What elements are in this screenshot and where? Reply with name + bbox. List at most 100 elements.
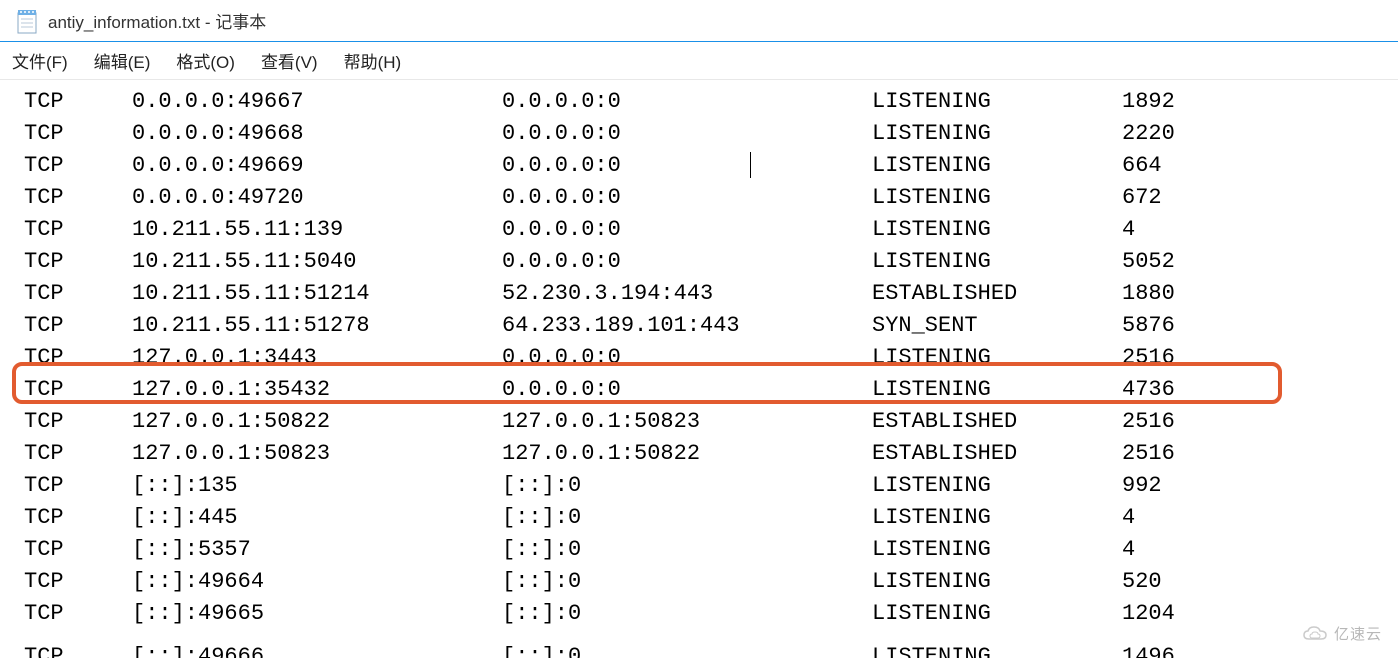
cell-local: 127.0.0.1:3443 [132,342,502,374]
table-row: TCP0.0.0.0:496680.0.0.0:0LISTENING2220 [0,118,1398,150]
cell-local: 127.0.0.1:35432 [132,374,502,406]
cell-remote: [::]:0 [502,470,872,502]
cell-proto: TCP [24,86,132,118]
cell-proto: TCP [24,566,132,598]
table-row: TCP0.0.0.0:496690.0.0.0:0LISTENING664 [0,150,1398,182]
table-row: TCP[::]:49664[::]:0LISTENING520 [0,566,1398,598]
cell-proto: TCP [24,278,132,310]
cell-pid: 520 [1122,566,1398,598]
cell-remote: 64.233.189.101:443 [502,310,872,342]
cell-pid: 5052 [1122,246,1398,278]
cell-pid: 672 [1122,182,1398,214]
cell-remote: 0.0.0.0:0 [502,118,872,150]
cell-state: LISTENING [872,534,1122,566]
table-row: TCP[::]:5357[::]:0LISTENING4 [0,534,1398,566]
cell-remote: 0.0.0.0:0 [502,182,872,214]
cell-remote: 127.0.0.1:50822 [502,438,872,470]
menu-help[interactable]: 帮助(H) [342,44,404,77]
cell-local: 127.0.0.1:50822 [132,406,502,438]
cell-local: 0.0.0.0:49669 [132,150,502,182]
cell-state: LISTENING [872,470,1122,502]
cell-proto: TCP [24,438,132,470]
cell-remote: 0.0.0.0:0 [502,86,872,118]
cell-local: [::]:135 [132,470,502,502]
cell-pid: 2516 [1122,342,1398,374]
table-row: TCP10.211.55.11:5121452.230.3.194:443EST… [0,278,1398,310]
table-row: TCP[::]:49665[::]:0LISTENING1204 [0,598,1398,630]
cell-remote: [::]:0 [502,598,872,630]
cell-proto: TCP [24,342,132,374]
window-title: antiy_information.txt - 记事本 [48,8,266,33]
cell-remote: 0.0.0.0:0 [502,214,872,246]
cell-local: 127.0.0.1:50823 [132,438,502,470]
cell-local: [::]:5357 [132,534,502,566]
text-content[interactable]: TCP0.0.0.0:496670.0.0.0:0LISTENING1892TC… [0,80,1398,630]
watermark-text: 亿速云 [1334,623,1382,644]
cell-proto: TCP [24,534,132,566]
cell-state: LISTENING [872,246,1122,278]
cell-local: 10.211.55.11:139 [132,214,502,246]
text-caret [750,152,751,178]
cell-pid: 4 [1122,534,1398,566]
table-row: TCP[::]:135[::]:0LISTENING992 [0,470,1398,502]
cell-local: 0.0.0.0:49668 [132,118,502,150]
cell-remote: 127.0.0.1:50823 [502,406,872,438]
cell-state: LISTENING [872,566,1122,598]
table-row: TCP127.0.0.1:354320.0.0.0:0LISTENING4736 [0,374,1398,406]
notepad-icon [16,8,38,34]
cell-pid: 4736 [1122,374,1398,406]
cell-local: 10.211.55.11:51278 [132,310,502,342]
cell-proto: TCP [24,598,132,630]
cell-proto: TCP [24,502,132,534]
cell-pid: 2516 [1122,438,1398,470]
cell-local: [::]:49664 [132,566,502,598]
cell-proto: TCP [24,118,132,150]
table-row: TCP0.0.0.0:497200.0.0.0:0LISTENING672 [0,182,1398,214]
titlebar[interactable]: antiy_information.txt - 记事本 [0,0,1398,42]
menu-edit[interactable]: 编辑(E) [92,44,153,77]
cell-local: 10.211.55.11:5040 [132,246,502,278]
table-row: TCP127.0.0.1:34430.0.0.0:0LISTENING2516 [0,342,1398,374]
cell-state: LISTENING [872,502,1122,534]
cell-state: ESTABLISHED [872,438,1122,470]
cell-remote: 0.0.0.0:0 [502,150,872,182]
cell-remote: [::]:0 [502,502,872,534]
cell-proto: TCP [24,214,132,246]
cell-state: LISTENING [872,598,1122,630]
table-row-partial: TCP[::]:49666[::]:0LISTENING1496 [24,646,1384,658]
table-row: TCP0.0.0.0:496670.0.0.0:0LISTENING1892 [0,86,1398,118]
menubar: 文件(F) 编辑(E) 格式(O) 查看(V) 帮助(H) [0,42,1398,80]
cell-local: 0.0.0.0:49720 [132,182,502,214]
table-row: TCP10.211.55.11:50400.0.0.0:0LISTENING50… [0,246,1398,278]
cell-pid: 1880 [1122,278,1398,310]
cell-proto: TCP [24,182,132,214]
menu-file[interactable]: 文件(F) [10,44,70,77]
cell-proto: TCP [24,406,132,438]
menu-view[interactable]: 查看(V) [259,44,320,77]
cell-remote: 52.230.3.194:443 [502,278,872,310]
cell-pid: 2516 [1122,406,1398,438]
cell-proto: TCP [24,310,132,342]
cell-state: ESTABLISHED [872,406,1122,438]
table-row: TCP10.211.55.11:5127864.233.189.101:443S… [0,310,1398,342]
cell-local: [::]:49665 [132,598,502,630]
cell-pid: 2220 [1122,118,1398,150]
cell-remote: [::]:0 [502,566,872,598]
cell-proto: TCP [24,150,132,182]
cell-remote: 0.0.0.0:0 [502,342,872,374]
cell-local: [::]:445 [132,502,502,534]
cell-state: LISTENING [872,342,1122,374]
cell-remote: 0.0.0.0:0 [502,246,872,278]
table-row: TCP127.0.0.1:50823127.0.0.1:50822ESTABLI… [0,438,1398,470]
menu-format[interactable]: 格式(O) [174,44,237,77]
table-row: TCP10.211.55.11:1390.0.0.0:0LISTENING4 [0,214,1398,246]
cell-pid: 664 [1122,150,1398,182]
cell-pid: 5876 [1122,310,1398,342]
table-row: TCP[::]:445[::]:0LISTENING4 [0,502,1398,534]
cell-remote: [::]:0 [502,534,872,566]
cell-pid: 4 [1122,502,1398,534]
cell-proto: TCP [24,374,132,406]
cell-state: LISTENING [872,214,1122,246]
cell-proto: TCP [24,470,132,502]
cell-proto: TCP [24,246,132,278]
